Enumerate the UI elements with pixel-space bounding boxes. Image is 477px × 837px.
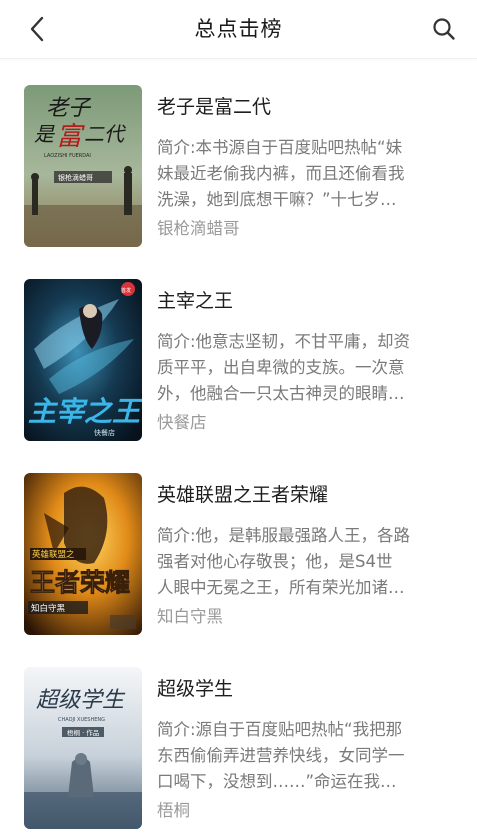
book-title[interactable]: 超级学生	[157, 674, 233, 701]
book-cover: 超级学生 CHAOJI XUESHENG 梧桐 · 作品	[24, 667, 142, 829]
book-item-zhuzai[interactable]: 首发 主宰之王 快餐店 主宰之王 简介:他意志坚韧，不甘平庸，却资 质平平，出自…	[0, 279, 477, 449]
svg-text:富: 富	[56, 122, 85, 152]
search-icon	[433, 18, 455, 40]
svg-text:首发: 首发	[121, 287, 131, 294]
svg-text:银枪滴蜡哥: 银枪滴蜡哥	[58, 173, 93, 182]
svg-text:主宰之王: 主宰之王	[28, 395, 142, 428]
svg-text:梧桐 · 作品: 梧桐 · 作品	[67, 728, 99, 737]
svg-text:是: 是	[34, 122, 55, 146]
svg-text:超级学生: 超级学生	[36, 688, 126, 713]
svg-text:二代: 二代	[84, 122, 126, 146]
svg-text:LAOZISHI FUERDAI: LAOZISHI FUERDAI	[44, 153, 91, 159]
book-author: 知白守黑	[157, 607, 223, 626]
page-title: 总点击榜	[194, 17, 283, 41]
book-description: 简介:他意志坚韧，不甘平庸，却资 质平平，出自卑微的支族。一次意 外，他融合一只…	[157, 332, 411, 403]
cover-title-text: 老子	[46, 96, 92, 121]
svg-text:王者荣耀: 王者荣耀	[30, 568, 130, 597]
book-description: 简介:他，是韩服最强路人王，各路 强者对他心存敬畏；他，是S4世 人眼中无冕之王…	[157, 526, 411, 597]
book-item-chaoji[interactable]: 超级学生 CHAOJI XUESHENG 梧桐 · 作品 超级学生 简介:源自于…	[0, 667, 477, 837]
book-author: 银枪滴蜡哥	[157, 219, 240, 238]
book-title[interactable]: 老子是富二代	[157, 92, 271, 119]
book-title[interactable]: 主宰之王	[157, 286, 233, 313]
svg-text:知白守黑: 知白守黑	[31, 603, 66, 614]
book-description: 简介:本书源自于百度贴吧热帖“妹 妹最近老偷我内裤，而且还偷看我 洗澡，她到底想…	[157, 138, 405, 209]
svg-text:英雄联盟之: 英雄联盟之	[32, 549, 75, 560]
book-author: 梧桐	[157, 801, 190, 820]
book-description: 简介:源自于百度贴吧热帖“我把那 东西偷偷弄进营养快线，女同学一 口喝下，没想到…	[157, 720, 405, 791]
book-cover: 首发 主宰之王 快餐店	[24, 279, 142, 441]
book-author: 快餐店	[157, 413, 207, 432]
book-title[interactable]: 英雄联盟之王者荣耀	[157, 480, 328, 507]
book-cover: 英雄联盟之 王者荣耀 知白守黑	[24, 473, 142, 635]
book-item-lol[interactable]: 英雄联盟之 王者荣耀 知白守黑 英雄联盟之王者荣耀 简介:他，是韩服最强路人王，…	[0, 473, 477, 643]
search-button[interactable]	[429, 14, 459, 44]
top-app-bar: 总点击榜	[0, 0, 477, 59]
book-cover: 老子 是 富 二代 LAOZISHI FUERDAI 银枪滴蜡哥	[24, 85, 142, 247]
book-item-laozi[interactable]: 老子 是 富 二代 LAOZISHI FUERDAI 银枪滴蜡哥 老子是富二代 …	[0, 85, 477, 255]
svg-text:快餐店: 快餐店	[94, 428, 115, 437]
svg-text:CHAOJI XUESHENG: CHAOJI XUESHENG	[58, 717, 105, 723]
